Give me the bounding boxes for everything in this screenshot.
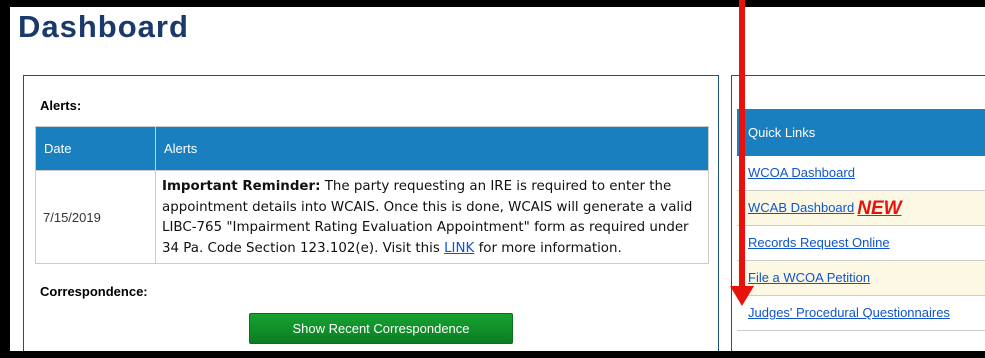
main-panel: Alerts: Date Alerts 7/15/2019 Important … [23,75,719,351]
alerts-table: Date Alerts 7/15/2019 Important Reminder… [35,126,709,264]
dashboard-page: Dashboard Alerts: Date Alerts 7/15/2019 … [10,7,985,351]
quick-link-label[interactable]: WCOA Dashboard [748,165,855,180]
page-title: Dashboard [18,9,189,44]
alerts-table-header: Date Alerts [35,126,709,171]
quick-link-label[interactable]: File a WCOA Petition [748,270,870,285]
quick-link-wcoa-dashboard: WCOA Dashboard [737,156,985,191]
quick-link-label[interactable]: Records Request Online [748,235,890,250]
quick-link-label[interactable]: WCAB Dashboard [748,200,854,215]
quick-link-file-wcoa-petition: File a WCOA Petition [737,261,985,296]
quick-link-judges-questionnaires: Judges' Procedural Questionnaires [737,296,985,331]
quick-link-label[interactable]: Judges' Procedural Questionnaires [748,305,950,320]
quick-links-panel: Quick Links WCOA Dashboard WCAB Dashboar… [731,75,985,351]
show-recent-correspondence-button[interactable]: Show Recent Correspondence [249,313,513,344]
column-header-date: Date [35,126,156,171]
alert-info-link[interactable]: LINK [444,241,474,256]
alerts-section-label: Alerts: [40,98,82,113]
quick-link-wcab-dashboard: WCAB Dashboard NEW [737,191,985,226]
alert-text-end: for more information. [474,240,622,256]
alert-lead: Important Reminder: [162,179,321,194]
correspondence-section-label: Correspondence: [40,284,148,299]
table-row: 7/15/2019 Important Reminder: The party … [35,170,709,264]
new-badge: NEW [857,198,902,219]
alert-date: 7/15/2019 [35,170,156,264]
quick-links-header: Quick Links [737,109,985,156]
quick-link-records-request: Records Request Online [737,226,985,261]
alert-message: Important Reminder: The party requesting… [155,170,709,264]
column-header-alerts: Alerts [155,126,709,171]
